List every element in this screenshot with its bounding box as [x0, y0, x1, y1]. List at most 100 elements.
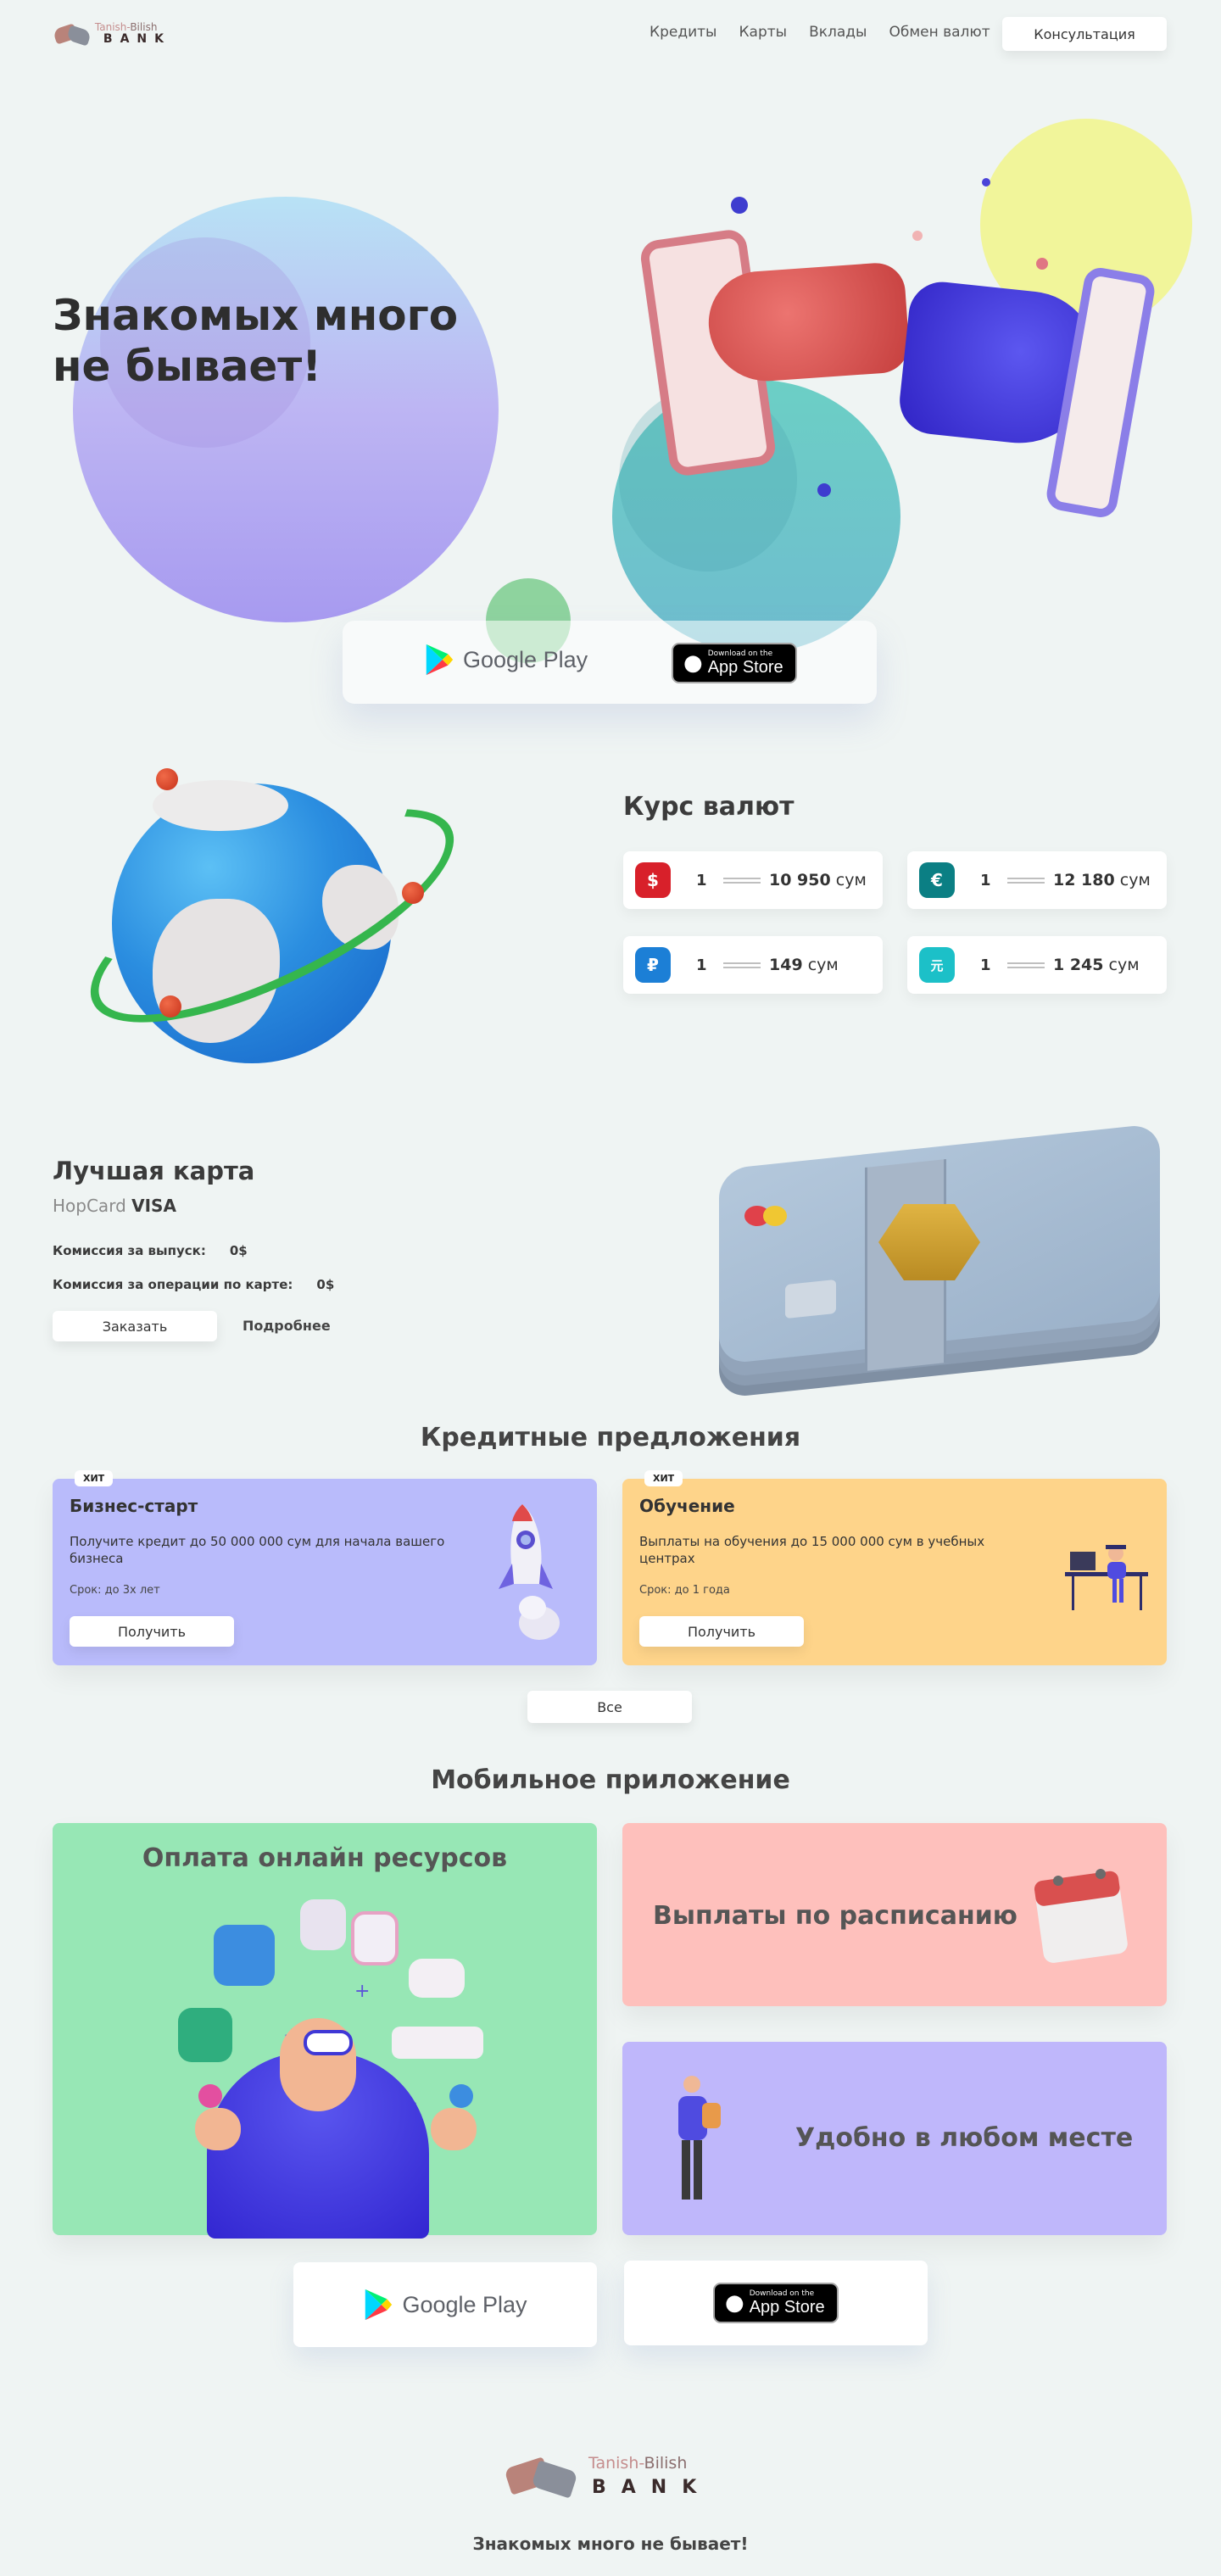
- palette-app-icon: [392, 2027, 483, 2059]
- nav-item-deposits[interactable]: Вклады: [809, 24, 867, 41]
- hero-store-panel: Google Play ● Download on the App Store: [343, 621, 877, 704]
- hit-badge: ХИТ: [75, 1470, 114, 1486]
- equals-icon: [1007, 877, 1045, 884]
- apple-icon: ●: [683, 650, 703, 676]
- rates-title: Курс валют: [623, 792, 794, 822]
- map-pin-icon: [159, 995, 181, 1018]
- student-desk-icon: [1065, 1545, 1148, 1610]
- offer-description: Получите кредит до 50 000 000 сум для на…: [70, 1534, 445, 1567]
- rate-amount: 1: [980, 871, 991, 889]
- video-app-icon: [351, 1911, 399, 1965]
- equals-icon: [1007, 962, 1045, 968]
- hero-title: Знакомых много не бывает!: [53, 291, 459, 391]
- dollar-icon: $: [635, 862, 671, 898]
- rate-amount: 1: [696, 956, 707, 974]
- yuan-icon: 元: [919, 947, 955, 983]
- decor-dot: [912, 231, 923, 241]
- issue-fee: Комиссия за выпуск: 0$: [53, 1243, 248, 1258]
- handshake-icon: [504, 2449, 582, 2505]
- feature-scheduled-payments: Выплаты по расписанию: [622, 1823, 1167, 2006]
- google-play-label: Google Play: [463, 646, 588, 672]
- app-store-badge[interactable]: ● Download on the App Store: [672, 643, 797, 683]
- offer-get-button[interactable]: Получить: [70, 1616, 234, 1647]
- app-store-small-label: Download on the: [707, 649, 773, 658]
- footer-slogan: Знакомых много не бывает!: [472, 2534, 749, 2554]
- map-pin-icon: [156, 768, 178, 790]
- nav-item-cards[interactable]: Карты: [739, 24, 787, 41]
- rate-value: 12 180 сум: [1053, 871, 1151, 889]
- rate-card-eur: € 1 12 180 сум: [907, 851, 1167, 909]
- offer-term: Срок: до 1 года: [639, 1584, 730, 1597]
- rate-amount: 1: [980, 956, 991, 974]
- decor-dot: [731, 197, 748, 214]
- app-store-small-label: Download on the: [749, 2289, 815, 2298]
- offer-title: Обучение: [639, 1496, 735, 1516]
- decor-dot: [817, 483, 831, 497]
- logo-name: Tanish-Bilish: [588, 2454, 688, 2473]
- offer-title: Бизнес-старт: [70, 1496, 198, 1516]
- rate-amount: 1: [696, 871, 707, 889]
- rate-card-usd: $ 1 10 950 сум: [623, 851, 883, 909]
- google-play-label: Google Play: [402, 2291, 527, 2317]
- google-play-badge[interactable]: Google Play: [363, 2288, 527, 2322]
- offer-get-button[interactable]: Получить: [639, 1616, 804, 1647]
- footer-logo[interactable]: Tanish-Bilish BANK: [504, 2447, 726, 2506]
- offer-card-education: ХИТ Обучение Выплаты на обучения до 15 0…: [622, 1470, 1167, 1665]
- map-pin-icon: [402, 882, 424, 904]
- offer-description: Выплаты на обучения до 15 000 000 сум в …: [639, 1534, 985, 1567]
- google-play-badge[interactable]: Google Play: [424, 643, 588, 677]
- vr-headset-icon: [304, 2030, 353, 2055]
- logo-bank-word: BANK: [592, 2476, 712, 2498]
- image-app-icon: [300, 1899, 346, 1950]
- walking-person-icon: [678, 2076, 721, 2200]
- rate-value: 149 сум: [769, 956, 839, 974]
- person-hand: [195, 2108, 241, 2150]
- calendar-icon: [1034, 1869, 1128, 1963]
- feature-anywhere: Удобно в любом месте: [622, 2042, 1167, 2235]
- rate-value: 10 950 сум: [769, 871, 867, 889]
- order-card-button[interactable]: Заказать: [53, 1311, 217, 1341]
- ruble-icon: ₽: [635, 947, 671, 983]
- header-logo[interactable]: Tanish-Bilish BANK: [52, 17, 171, 51]
- app-store-label: App Store: [707, 657, 783, 677]
- all-offers-button[interactable]: Все: [527, 1691, 692, 1723]
- controller-icon: [449, 2084, 473, 2108]
- nav-item-credits[interactable]: Кредиты: [650, 24, 716, 41]
- consultation-button[interactable]: Консультация: [1002, 17, 1167, 51]
- operations-fee: Комиссия за операции по карте: 0$: [53, 1277, 335, 1292]
- credit-section-title: Кредитные предложения: [420, 1423, 801, 1452]
- app-store-badge[interactable]: ● Download on the App Store: [713, 2283, 839, 2323]
- logo-name: Tanish-Bilish: [94, 20, 158, 33]
- rocket-icon: [499, 1504, 560, 1640]
- feature-title: Удобно в любом месте: [795, 2123, 1134, 2153]
- app-store-label: App Store: [749, 2297, 825, 2317]
- card-chip-icon: [785, 1279, 836, 1319]
- euro-icon: €: [919, 862, 955, 898]
- mobile-section-title: Мобильное приложение: [431, 1765, 790, 1795]
- form-app-icon: [409, 1959, 465, 1998]
- controller-icon: [198, 2084, 222, 2108]
- equals-icon: [723, 877, 761, 884]
- apple-icon: ●: [725, 2290, 744, 2316]
- app-store-box[interactable]: ● Download on the App Store: [624, 2261, 928, 2345]
- logo-bank-word: BANK: [103, 31, 171, 46]
- card-more-link[interactable]: Подробнее: [243, 1318, 331, 1334]
- plus-icon: +: [354, 1981, 371, 2002]
- offer-card-business: ХИТ Бизнес-старт Получите кредит до 50 0…: [53, 1470, 597, 1665]
- google-play-store-box[interactable]: Google Play: [293, 2262, 597, 2347]
- rate-value: 1 245 сум: [1053, 956, 1140, 974]
- person-hand: [431, 2108, 477, 2150]
- red-hand-illustration: [705, 260, 912, 386]
- cloud-app-icon: [214, 1925, 275, 1986]
- chat-app-icon: [178, 2008, 232, 2062]
- best-card-name: HopCard VISA: [53, 1196, 176, 1216]
- feature-title: Оплата онлайн ресурсов: [142, 1843, 508, 1873]
- rate-card-rub: ₽ 1 149 сум: [623, 936, 883, 994]
- decor-dot: [1036, 258, 1048, 270]
- handshake-icon: [52, 20, 92, 48]
- equals-icon: [723, 962, 761, 968]
- nav-item-exchange[interactable]: Обмен валют: [889, 24, 990, 41]
- feature-title: Выплаты по расписанию: [653, 1901, 1018, 1931]
- main-nav: Кредиты Карты Вклады Обмен валют: [650, 24, 990, 41]
- best-card-title: Лучшая карта: [53, 1157, 255, 1185]
